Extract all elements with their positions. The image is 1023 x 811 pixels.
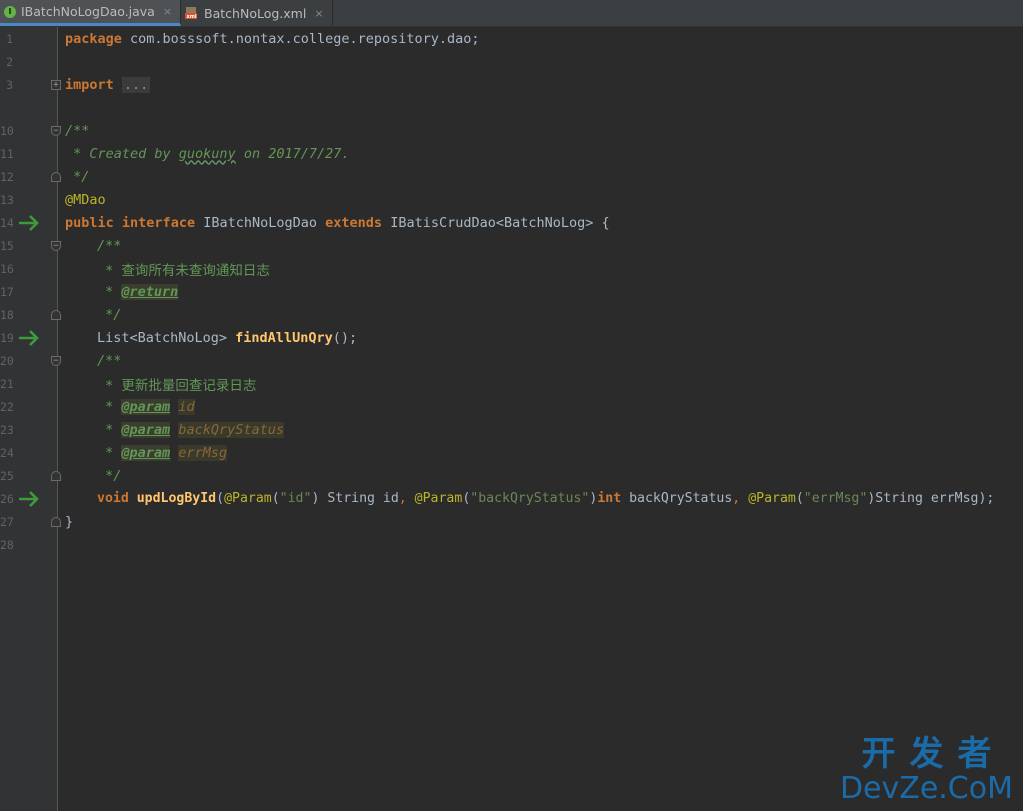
line-number: 12 <box>0 169 14 184</box>
line-number: 21 <box>0 376 14 391</box>
line-number: 22 <box>0 399 14 414</box>
code-text[interactable]: */ <box>97 468 121 484</box>
svg-text:xml: xml <box>187 14 197 20</box>
code-text[interactable]: void updLogById(@Param("id") String id, … <box>97 491 994 506</box>
line-number: 26 <box>0 491 14 506</box>
code-text[interactable]: /** <box>65 123 89 139</box>
line-number: 27 <box>0 514 14 529</box>
fold-collapse-icon[interactable]: − <box>51 355 61 366</box>
watermark-line1: 开发者 <box>861 734 1006 774</box>
code-line[interactable]: 23 * @param backQryStatus <box>0 418 1023 441</box>
code-text[interactable]: * @return <box>97 283 179 300</box>
code-line[interactable]: 27 } <box>0 510 1023 533</box>
code-text[interactable]: * @param id <box>97 398 195 415</box>
line-number: 16 <box>0 261 14 276</box>
line-number: 25 <box>0 468 14 483</box>
line-number: 18 <box>0 307 14 322</box>
code-text[interactable]: import ... <box>65 76 151 93</box>
folded-imports: ... <box>121 76 151 93</box>
ide-window: I IBatchNoLogDao.java × xml BatchNoLog.x… <box>0 0 1023 811</box>
code-line[interactable]: 12 */ <box>0 165 1023 188</box>
code-text[interactable]: */ <box>65 169 89 185</box>
code-line[interactable]: 28 <box>0 533 1023 556</box>
code-line[interactable]: 14 public interface IBatchNoLogDao exten… <box>0 211 1023 234</box>
code-line[interactable]: 26 void updLogById(@Param("id") String i… <box>0 487 1023 510</box>
code-text[interactable]: /** <box>97 238 121 254</box>
fold-end-icon[interactable] <box>51 309 61 320</box>
spellcheck-word: guokuny <box>178 145 236 162</box>
code-text[interactable]: public interface IBatchNoLogDao extends … <box>65 215 610 231</box>
tab-label: BatchNoLog.xml <box>204 5 307 21</box>
xml-file-icon: xml <box>185 6 199 20</box>
fold-collapse-icon[interactable]: − <box>51 240 61 251</box>
code-line[interactable]: 22 * @param id <box>0 395 1023 418</box>
line-number: 3 <box>6 77 13 92</box>
code-text[interactable]: } <box>65 514 73 530</box>
code-line[interactable]: 21 * 更新批量回查记录日志 <box>0 372 1023 395</box>
code-line[interactable]: 3 + import ... <box>0 73 1023 96</box>
close-tab-icon[interactable]: × <box>314 7 323 20</box>
line-number: 11 <box>0 146 14 161</box>
java-interface-icon: I <box>4 5 16 18</box>
code-text[interactable]: * Created by guokuny on 2017/7/27. <box>65 145 349 162</box>
line-number: 24 <box>0 445 14 460</box>
javadoc-tag: @param <box>121 421 171 438</box>
code-line[interactable]: 1 package com.bosssoft.nontax.college.re… <box>0 27 1023 50</box>
code-line[interactable]: 10 − /** <box>0 119 1023 142</box>
fold-collapse-icon[interactable]: − <box>51 125 61 136</box>
fold-end-icon[interactable] <box>51 171 61 182</box>
code-text[interactable]: * 查询所有未查询通知日志 <box>97 259 270 279</box>
tab-batchnolog-xml[interactable]: xml BatchNoLog.xml × <box>181 0 333 26</box>
code-text[interactable]: * 更新批量回查记录日志 <box>97 374 256 394</box>
javadoc-tag: @return <box>121 283 179 300</box>
line-number: 20 <box>0 353 14 368</box>
javadoc-param-name: backQryStatus <box>178 421 284 438</box>
line-number: 2 <box>6 54 13 69</box>
code-editor[interactable]: 1 package com.bosssoft.nontax.college.re… <box>0 27 1023 811</box>
line-number: 23 <box>0 422 14 437</box>
line-number: 19 <box>0 330 14 345</box>
line-number: 13 <box>0 192 14 207</box>
line-number: 28 <box>0 537 14 552</box>
code-text[interactable]: package com.bosssoft.nontax.college.repo… <box>65 31 480 47</box>
editor-tab-bar: I IBatchNoLogDao.java × xml BatchNoLog.x… <box>0 0 1023 27</box>
line-number: 15 <box>0 238 14 253</box>
javadoc-tag: @param <box>121 398 171 415</box>
code-line[interactable]: 18 */ <box>0 303 1023 326</box>
code-text[interactable]: @MDao <box>65 192 106 208</box>
tab-label: IBatchNoLogDao.java <box>21 4 155 19</box>
line-number: 17 <box>0 284 14 299</box>
fold-expand-icon[interactable]: + <box>51 79 61 90</box>
code-line[interactable]: 25 */ <box>0 464 1023 487</box>
code-line[interactable]: 16 * 查询所有未查询通知日志 <box>0 257 1023 280</box>
code-text[interactable]: /** <box>97 353 121 369</box>
javadoc-param-name: errMsg <box>178 444 228 461</box>
code-text[interactable]: * @param errMsg <box>97 444 228 461</box>
javadoc-tag: @param <box>121 444 171 461</box>
close-tab-icon[interactable]: × <box>163 5 172 18</box>
line-number: 1 <box>6 31 13 46</box>
implemented-arrow-icon[interactable] <box>17 213 41 233</box>
line-number: 10 <box>0 123 14 138</box>
javadoc-param-name: id <box>178 398 195 415</box>
code-line[interactable]: 13 @MDao <box>0 188 1023 211</box>
code-line[interactable]: 17 * @return <box>0 280 1023 303</box>
implemented-arrow-icon[interactable] <box>17 489 41 509</box>
code-line[interactable]: 19 List<BatchNoLog> findAllUnQry(); <box>0 326 1023 349</box>
tab-ibatchnologdao-java[interactable]: I IBatchNoLogDao.java × <box>0 0 182 26</box>
watermark-line2: DevZe.CoM <box>839 771 1013 806</box>
line-number: 14 <box>0 215 14 230</box>
site-watermark: 开发者 DevZe.CoM <box>840 735 1013 805</box>
code-text[interactable]: */ <box>97 307 121 323</box>
implemented-arrow-icon[interactable] <box>17 328 41 348</box>
code-line[interactable]: 24 * @param errMsg <box>0 441 1023 464</box>
code-line[interactable]: 20 − /** <box>0 349 1023 372</box>
code-text[interactable]: List<BatchNoLog> findAllUnQry(); <box>97 330 357 346</box>
code-text[interactable]: * @param backQryStatus <box>97 421 284 438</box>
fold-end-icon[interactable] <box>51 516 61 527</box>
code-line[interactable]: 15 − /** <box>0 234 1023 257</box>
code-line[interactable]: 11 * Created by guokuny on 2017/7/27. <box>0 142 1023 165</box>
code-line[interactable]: 2 <box>0 50 1023 73</box>
fold-end-icon[interactable] <box>51 470 61 481</box>
